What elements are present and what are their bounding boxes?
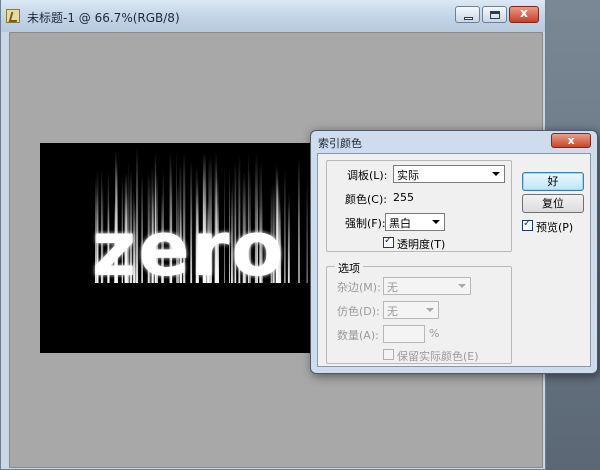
dither-select[interactable]: 无 [383, 301, 439, 319]
canvas-text-zero: zero [92, 204, 286, 293]
amount-label: 数量(A): [337, 329, 379, 342]
colors-value: 255 [393, 191, 414, 204]
amount-input[interactable] [383, 325, 425, 343]
palette-group: 调板(L): 实际 颜色(C): 255 强制(F): 黑白 透明度(T) [326, 160, 512, 252]
palette-label: 调板(L): [347, 169, 388, 182]
palette-select[interactable]: 实际 [393, 165, 505, 183]
close-icon: x [520, 6, 528, 20]
document-title: 未标题-1 @ 66.7%(RGB/8) [27, 11, 180, 25]
light-streak [288, 190, 290, 283]
document-titlebar[interactable]: 未标题-1 @ 66.7%(RGB/8) x [1, 0, 545, 32]
indexed-color-dialog: 索引颜色 x 调板(L): 实际 颜色(C): 255 强制(F): 黑白 透明… [310, 130, 598, 374]
forced-value: 黑白 [389, 217, 411, 230]
minimize-button[interactable] [455, 6, 480, 23]
matte-select[interactable]: 无 [383, 277, 471, 295]
dialog-titlebar[interactable]: 索引颜色 x [311, 131, 597, 151]
transparency-checkbox[interactable] [383, 235, 394, 248]
maximize-icon [490, 11, 500, 19]
dialog-body: 调板(L): 实际 颜色(C): 255 强制(F): 黑白 透明度(T) 选项… [317, 153, 591, 367]
dialog-title: 索引颜色 [318, 137, 362, 150]
maximize-button[interactable] [482, 6, 507, 23]
colors-label: 颜色(C): [345, 193, 387, 206]
forced-label: 强制(F): [345, 217, 386, 230]
minimize-icon [464, 17, 473, 20]
preserve-colors-checkbox[interactable] [383, 349, 394, 360]
preview-label: 预览(P) [536, 221, 574, 234]
forced-select[interactable]: 黑白 [385, 213, 445, 231]
options-legend: 选项 [335, 260, 363, 276]
matte-value: 无 [387, 281, 398, 294]
image-canvas[interactable]: zero [40, 143, 340, 353]
matte-label: 杂边(M): [337, 281, 381, 294]
close-window-button[interactable]: x [509, 6, 539, 23]
options-group: 选项 杂边(M): 无 仿色(D): 无 数量(A): % 保留实际颜色(E) [326, 260, 512, 364]
palette-value: 实际 [397, 169, 419, 182]
chevron-down-icon [432, 220, 440, 224]
chevron-down-icon [426, 308, 434, 312]
ok-button[interactable]: 好 [522, 172, 584, 191]
transparency-label: 透明度(T) [397, 238, 446, 251]
light-streak [306, 174, 308, 283]
window-controls: x [455, 6, 539, 23]
light-streak [298, 158, 300, 283]
dither-value: 无 [387, 305, 398, 318]
preview-checkbox[interactable] [522, 218, 533, 231]
photoshop-document-icon [6, 9, 20, 23]
chevron-down-icon [458, 284, 466, 288]
reset-button[interactable]: 复位 [522, 194, 584, 213]
preserve-colors-label: 保留实际颜色(E) [397, 350, 479, 363]
amount-unit: % [429, 327, 440, 340]
dither-label: 仿色(D): [337, 305, 380, 318]
chevron-down-icon [492, 172, 500, 176]
dialog-close-button[interactable]: x [551, 133, 591, 148]
